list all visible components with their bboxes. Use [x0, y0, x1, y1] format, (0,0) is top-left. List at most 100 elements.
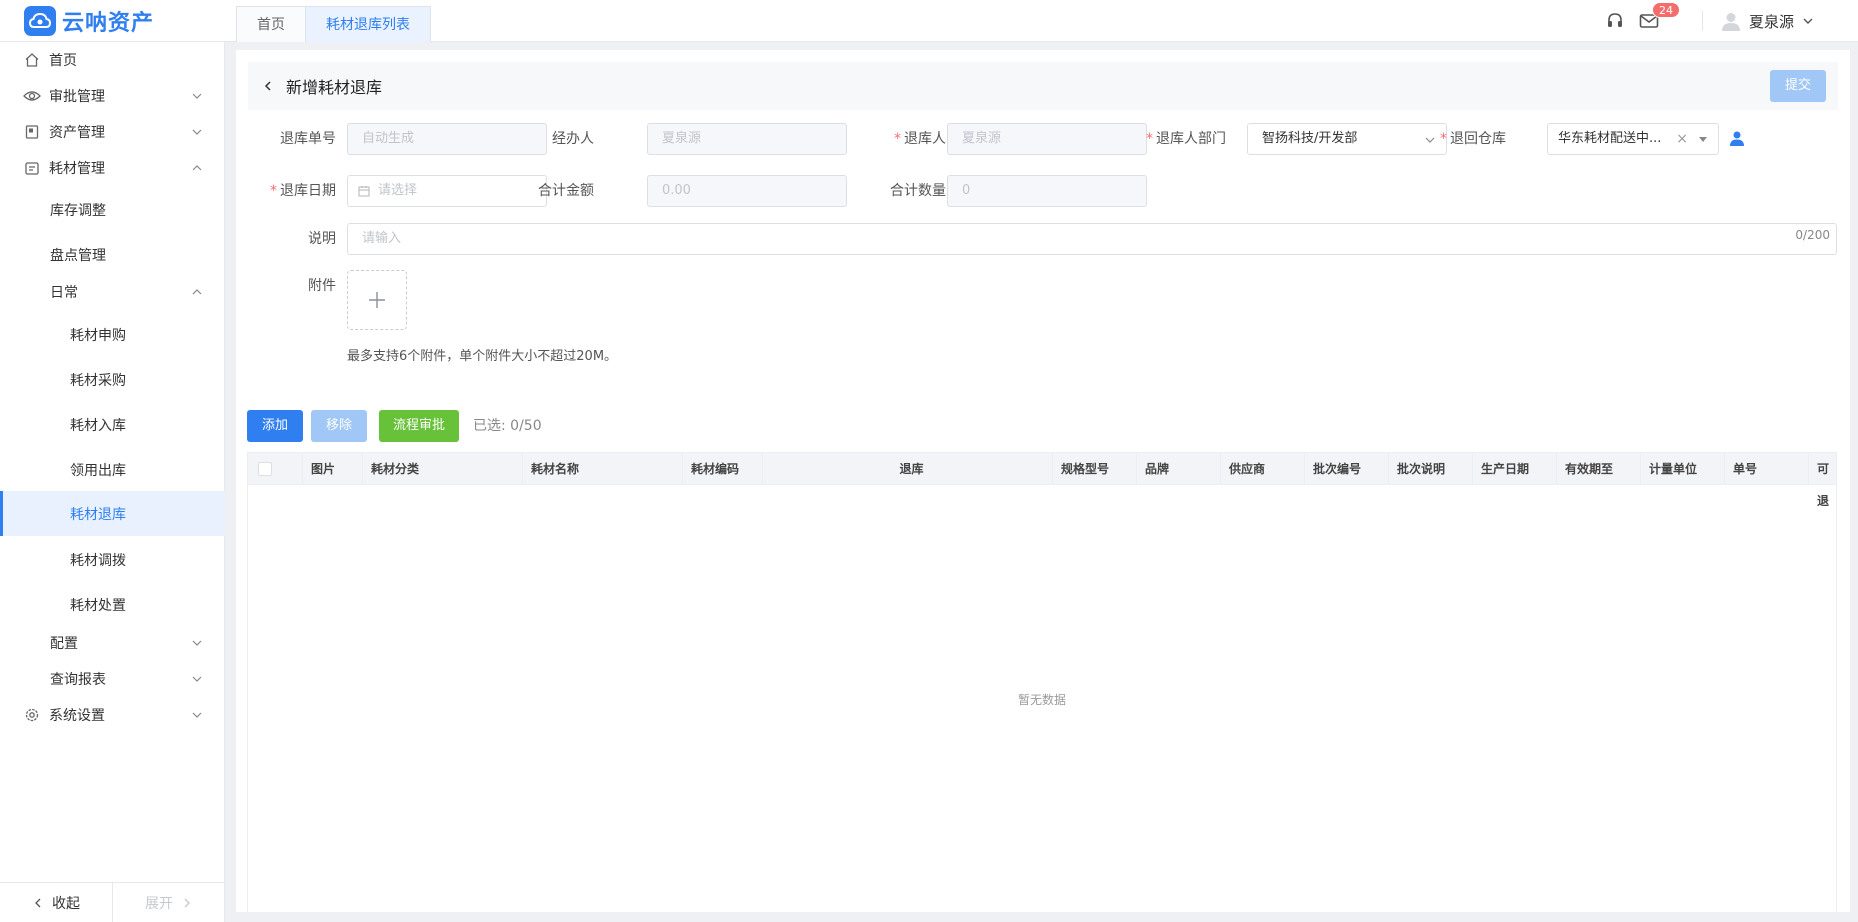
empty-text: 暂无数据 — [1017, 693, 1066, 707]
select-all-cell — [248, 453, 303, 485]
plus-icon — [369, 292, 385, 308]
app-name: 云呐资产 — [62, 11, 155, 36]
returner-dept-label-text: 退库人部门 — [1156, 131, 1226, 147]
sidebar-item-label: 领用出库 — [70, 463, 126, 479]
column-header[interactable]: 批次说明 — [1389, 453, 1473, 485]
sidebar-item-consumable-return[interactable]: 耗材退库 — [0, 491, 225, 536]
sidebar-item-procurement[interactable]: 耗材采购 — [0, 362, 225, 398]
sidebar-item-home[interactable]: 首页 — [0, 42, 225, 78]
select-all-checkbox[interactable] — [258, 462, 272, 476]
column-header[interactable]: 计量单位 — [1641, 453, 1725, 485]
flow-approval-button[interactable]: 流程审批 — [379, 410, 459, 442]
expand-button[interactable]: 展开 — [112, 883, 225, 922]
warehouse-value: 华东耗材配送中... — [1558, 131, 1662, 146]
return-date-label: * 退库日期 — [236, 175, 336, 207]
column-header[interactable]: 有效期至 — [1557, 453, 1641, 485]
sidebar-item-inventory-check[interactable]: 盘点管理 — [0, 237, 225, 273]
tab-consumable-return-list[interactable]: 耗材退库列表 — [305, 6, 431, 42]
sidebar-item-label: 查询报表 — [50, 672, 106, 688]
submit-button[interactable]: 提交 — [1770, 70, 1826, 102]
chevron-right-icon — [184, 898, 190, 907]
sidebar-item-assets[interactable]: 资产管理 — [0, 114, 225, 150]
total-amount-input[interactable]: 0.00 — [647, 175, 847, 207]
returner-dept-value: 智扬科技/开发部 — [1262, 131, 1358, 146]
sidebar-item-label: 耗材管理 — [49, 161, 105, 177]
warehouse-label: * 退回仓库 — [1406, 123, 1506, 155]
expand-label: 展开 — [145, 895, 173, 912]
sidebar-item-daily[interactable]: 日常 — [0, 274, 225, 310]
column-header[interactable]: 耗材编码 — [683, 453, 763, 485]
sidebar-item-transfer[interactable]: 耗材调拨 — [0, 542, 225, 578]
order-no-label: 退库单号 — [280, 131, 336, 147]
headset-icon[interactable] — [1604, 10, 1626, 32]
total-qty-input[interactable]: 0 — [947, 175, 1147, 207]
page-header: 新增耗材退库 提交 — [248, 62, 1838, 110]
sidebar-item-label: 耗材退库 — [70, 506, 126, 523]
sidebar-item-label: 资产管理 — [49, 125, 105, 141]
sidebar-item-system-settings[interactable]: 系统设置 — [0, 697, 225, 733]
page-tabs: 首页 耗材退库列表 — [236, 6, 431, 42]
column-header[interactable]: 品牌 — [1137, 453, 1221, 485]
eye-icon — [23, 87, 41, 105]
sidebar-item-reports[interactable]: 查询报表 — [0, 661, 225, 697]
column-header[interactable]: 耗材分类 — [363, 453, 523, 485]
column-header[interactable]: 退库 — [763, 453, 1053, 485]
sidebar-item-consumables[interactable]: 耗材管理 — [0, 150, 225, 186]
app-logo[interactable]: 云呐资产 — [24, 6, 154, 36]
column-header[interactable]: 单号 — [1725, 453, 1809, 485]
clear-icon[interactable]: × — [1676, 124, 1688, 154]
sidebar: 首页 审批管理 资产管理 耗材管理 库存调整 盘点管理 日常 耗材申购 耗材采购… — [0, 42, 225, 922]
column-header[interactable]: 批次编号 — [1305, 453, 1389, 485]
sidebar-item-label: 审批管理 — [49, 89, 105, 105]
sidebar-item-label: 耗材申购 — [70, 328, 126, 344]
notification-badge: 24 — [1651, 2, 1680, 18]
upload-button[interactable] — [347, 270, 407, 330]
collapse-label: 收起 — [52, 895, 80, 912]
column-header[interactable]: 耗材名称 — [523, 453, 683, 485]
caret-down-icon — [1699, 137, 1707, 142]
column-header[interactable]: 规格型号 — [1053, 453, 1137, 485]
handler-input[interactable]: 夏泉源 — [647, 123, 847, 155]
sidebar-item-config[interactable]: 配置 — [0, 625, 225, 661]
sidebar-item-label: 耗材调拨 — [70, 553, 126, 569]
sidebar-item-disposal[interactable]: 耗材处置 — [0, 587, 225, 623]
returner-dept-label: * 退库人部门 — [1126, 123, 1226, 155]
column-header[interactable]: 图片 — [303, 453, 363, 485]
chevron-down-icon — [192, 676, 202, 682]
required-mark: * — [270, 183, 277, 199]
return-date-placeholder: 请选择 — [378, 183, 418, 198]
user-name: 夏泉源 — [1748, 12, 1794, 31]
column-header[interactable]: 供应商 — [1221, 453, 1305, 485]
remove-button[interactable]: 移除 — [311, 410, 367, 442]
user-select-icon[interactable] — [1729, 130, 1745, 146]
sidebar-footer: 收起 展开 — [0, 882, 225, 922]
remark-input[interactable]: 请输入 0/200 — [347, 223, 1837, 255]
total-qty-label: 合计数量 — [890, 183, 946, 199]
collapse-button[interactable]: 收起 — [0, 883, 112, 922]
add-button[interactable]: 添加 — [247, 410, 303, 442]
user-avatar-icon — [1721, 13, 1740, 31]
column-header[interactable]: 可退 — [1809, 453, 1836, 508]
user-menu[interactable]: 夏泉源 — [1721, 11, 1814, 32]
sidebar-item-requisition-out[interactable]: 领用出库 — [0, 452, 225, 488]
remark-label: 说明 — [308, 231, 336, 247]
required-mark: * — [1440, 131, 1447, 147]
sidebar-item-purchase-request[interactable]: 耗材申购 — [0, 317, 225, 353]
table-header: 图片 耗材分类 耗材名称 耗材编码 退库 规格型号 品牌 供应商 批次编号 批次… — [248, 453, 1836, 508]
sidebar-item-stock-adjust[interactable]: 库存调整 — [0, 192, 225, 228]
back-arrow-icon[interactable] — [262, 80, 274, 92]
returner-input[interactable]: 夏泉源 — [947, 123, 1147, 155]
sidebar-item-stock-in[interactable]: 耗材入库 — [0, 407, 225, 443]
column-header[interactable]: 生产日期 — [1473, 453, 1557, 485]
handler-label: 经办人 — [552, 131, 594, 147]
sidebar-item-approval[interactable]: 审批管理 — [0, 78, 225, 114]
chevron-down-icon — [1803, 18, 1813, 24]
total-amount-label: 合计金额 — [538, 183, 594, 199]
warehouse-select[interactable]: 华东耗材配送中... × — [1547, 123, 1719, 155]
sidebar-item-label: 耗材入库 — [70, 418, 126, 434]
mail-icon[interactable]: 24 — [1638, 2, 1680, 32]
sidebar-item-label: 配置 — [50, 636, 78, 652]
sidebar-item-label: 系统设置 — [49, 708, 105, 724]
tab-home[interactable]: 首页 — [236, 6, 306, 42]
selected-count: 已选: 0/50 — [473, 418, 542, 434]
